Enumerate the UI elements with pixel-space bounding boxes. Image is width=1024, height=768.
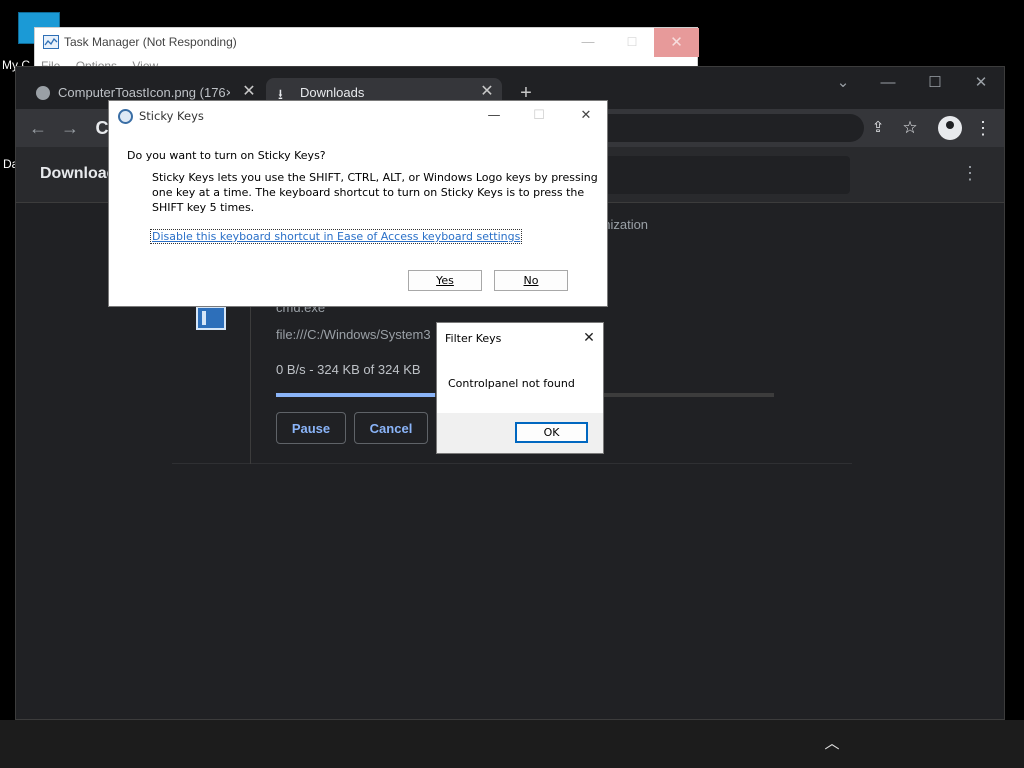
dialog-description: Sticky Keys lets you use the SHIFT, CTRL… <box>152 171 598 214</box>
close-button[interactable]: ✕ <box>574 105 598 127</box>
dialog-question: Do you want to turn on Sticky Keys? <box>127 149 326 162</box>
yes-button[interactable]: Yes <box>408 270 482 291</box>
maximize-button[interactable]: ☐ <box>527 105 551 127</box>
bookmark-star-icon[interactable]: ☆ <box>898 116 922 140</box>
file-url[interactable]: file:///C:/Windows/System3 <box>276 327 431 342</box>
tab-label: Downloads <box>300 85 365 100</box>
download-status: 0 B/s - 324 KB of 324 KB <box>276 362 421 377</box>
ease-of-access-icon <box>118 109 133 124</box>
tab-label: ComputerToastIcon.png (176×17 <box>58 85 230 100</box>
tab-close-icon[interactable]: ✕ <box>239 82 259 102</box>
ease-of-access-settings-link[interactable]: Disable this keyboard shortcut in Ease o… <box>150 229 523 244</box>
download-icon: ⭳ <box>278 86 283 102</box>
minimize-button[interactable]: — <box>575 30 601 54</box>
divider <box>250 296 251 464</box>
close-button[interactable]: ✕ <box>654 28 699 57</box>
close-button[interactable]: ✕ <box>961 71 1001 95</box>
task-manager-titlebar[interactable]: Task Manager (Not Responding) — ☐ ✕ <box>35 28 699 58</box>
dialog-title: Filter Keys <box>445 332 502 345</box>
dialog-message: Controlpanel not found <box>448 377 575 390</box>
minimize-button[interactable]: — <box>482 105 506 127</box>
more-actions-icon[interactable]: ⋮ <box>960 163 980 187</box>
minimize-button[interactable]: — <box>868 71 908 95</box>
yes-button-label: Yes <box>436 274 454 287</box>
cancel-button[interactable]: Cancel <box>354 412 428 444</box>
pause-button[interactable]: Pause <box>276 412 346 444</box>
forward-button[interactable]: → <box>58 116 82 140</box>
file-icon <box>196 306 226 330</box>
taskbar: ︿ <box>0 720 1024 768</box>
ok-button[interactable]: OK <box>515 422 588 443</box>
sticky-keys-dialog: Sticky Keys — ☐ ✕ Do you want to turn on… <box>108 100 608 307</box>
globe-icon <box>36 86 50 100</box>
search-downloads-input[interactable] <box>600 156 850 194</box>
tab-search-button[interactable]: ⌄ <box>823 71 863 95</box>
task-manager-icon <box>43 35 59 49</box>
browser-menu-icon[interactable]: ⋮ <box>971 116 995 140</box>
dialog-title: Sticky Keys <box>139 109 204 123</box>
close-button[interactable]: ✕ <box>579 328 599 348</box>
maximize-button[interactable]: ☐ <box>619 30 645 54</box>
tab-close-icon[interactable]: ✕ <box>477 82 497 102</box>
share-icon[interactable]: ⇪ <box>866 116 890 140</box>
profile-avatar[interactable] <box>938 116 962 140</box>
task-manager-window: Task Manager (Not Responding) — ☐ ✕ File… <box>34 27 699 73</box>
dialog-titlebar[interactable]: Sticky Keys — ☐ ✕ <box>109 101 607 131</box>
show-hidden-icons-chevron-icon[interactable]: ︿ <box>822 734 842 754</box>
maximize-button[interactable]: ☐ <box>915 71 955 95</box>
filter-keys-dialog: Filter Keys ✕ Controlpanel not found OK <box>436 322 604 454</box>
dialog-footer: OK <box>437 413 603 453</box>
back-button[interactable]: ← <box>26 116 50 140</box>
no-button-label: No <box>523 274 539 287</box>
progress-fill <box>276 393 436 397</box>
task-manager-title: Task Manager (Not Responding) <box>64 35 237 49</box>
no-button[interactable]: No <box>494 270 568 291</box>
